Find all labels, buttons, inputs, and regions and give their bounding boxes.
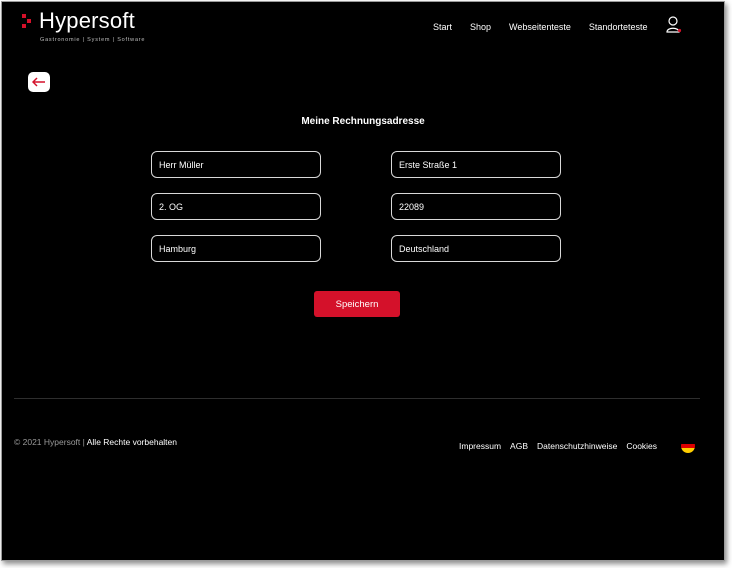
back-button[interactable]: [28, 72, 50, 92]
copyright-text: © 2021 Hypersoft |: [14, 437, 85, 447]
arrow-left-icon: [32, 77, 45, 87]
nav-webseitenteste[interactable]: Webseitenteste: [509, 22, 571, 32]
nav-standorteteste[interactable]: Standorteteste: [589, 22, 648, 32]
country-field[interactable]: [391, 235, 561, 262]
app-window: Hypersoft Gastronomie | System | Softwar…: [1, 1, 725, 561]
logo-text: Hypersoft: [39, 8, 135, 33]
german-flag-icon[interactable]: [681, 439, 695, 453]
street-field[interactable]: [391, 151, 561, 178]
main-nav: Start Shop Webseitenteste Standorteteste: [433, 22, 665, 32]
zip-field[interactable]: [391, 193, 561, 220]
logo-mark-icon: [22, 14, 32, 28]
nav-shop[interactable]: Shop: [470, 22, 491, 32]
city-field[interactable]: [151, 235, 321, 262]
footer-divider: [14, 398, 700, 399]
footer-link-cookies[interactable]: Cookies: [626, 441, 657, 451]
name-field[interactable]: [151, 151, 321, 178]
nav-start[interactable]: Start: [433, 22, 452, 32]
form-title: Meine Rechnungsadresse: [301, 116, 425, 127]
user-icon[interactable]: [666, 16, 682, 34]
address-extra-field[interactable]: [151, 193, 321, 220]
footer-links: Impressum AGB Datenschutzhinweise Cookie…: [459, 441, 666, 451]
save-button[interactable]: Speichern: [314, 291, 400, 317]
footer-link-impressum[interactable]: Impressum: [459, 441, 501, 451]
rights-text: Alle Rechte vorbehalten: [86, 437, 178, 447]
footer-link-datenschutz[interactable]: Datenschutzhinweise: [537, 441, 617, 451]
logo-tagline: Gastronomie | System | Software: [40, 37, 146, 43]
copyright: © 2021 Hypersoft | Alle Rechte vorbehalt…: [14, 437, 177, 447]
footer-link-agb[interactable]: AGB: [510, 441, 528, 451]
